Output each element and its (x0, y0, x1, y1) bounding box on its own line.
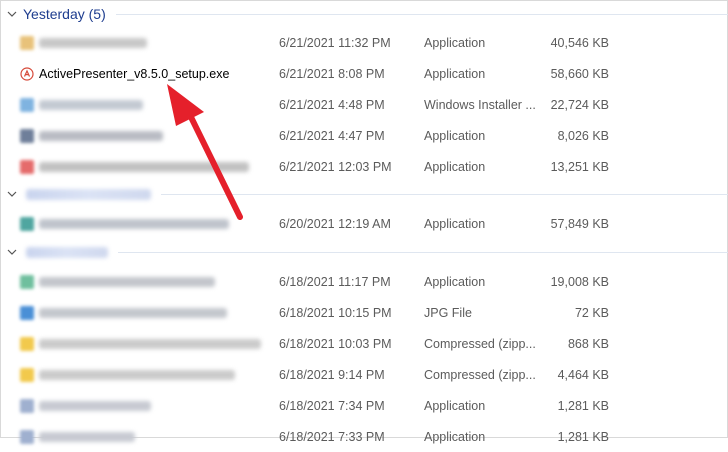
zip-folder-icon (20, 336, 34, 351)
file-name-blurred (39, 37, 147, 48)
file-name-blurred (39, 338, 261, 349)
file-date: 6/21/2021 8:08 PM (279, 66, 385, 81)
table-row[interactable]: 6/18/2021 9:14 PM Compressed (zipp... 4,… (1, 359, 728, 390)
file-name-blurred (39, 99, 143, 110)
file-size: 57,849 KB (550, 216, 609, 231)
file-name[interactable]: ActivePresenter_v8.5.0_setup.exe (39, 58, 229, 89)
file-list-pane: Yesterday (5) 6/21/2021 11:32 PM Applica… (0, 0, 728, 444)
app-icon (20, 216, 34, 231)
file-date: 6/21/2021 11:32 PM (279, 35, 391, 50)
file-type: Compressed (zipp... (424, 367, 536, 382)
app-icon (20, 398, 34, 413)
table-row[interactable]: 6/18/2021 7:34 PM Application 1,281 KB (1, 390, 728, 421)
image-icon (20, 305, 34, 320)
table-row[interactable]: 6/21/2021 4:47 PM Application 8,026 KB (1, 120, 728, 151)
table-row-activepresenter[interactable]: ActivePresenter_v8.5.0_setup.exe 6/21/20… (1, 58, 728, 89)
group-header-yesterday[interactable]: Yesterday (5) (1, 3, 728, 25)
file-name-blurred (39, 130, 163, 141)
group-title-blurred (26, 246, 108, 258)
file-size: 4,464 KB (557, 367, 609, 382)
chevron-down-icon[interactable] (4, 3, 20, 25)
file-name-blurred (39, 431, 135, 442)
file-type: Application (424, 429, 486, 444)
group-divider (115, 13, 728, 15)
app-icon (20, 35, 34, 50)
file-name-blurred (39, 161, 249, 172)
app-icon (20, 128, 34, 143)
file-type: Application (424, 35, 486, 50)
file-type: Windows Installer ... (424, 97, 536, 112)
file-name-blurred (39, 218, 229, 229)
file-name-blurred (39, 369, 235, 380)
group-divider (161, 193, 728, 195)
file-name-blurred (39, 307, 227, 318)
file-date: 6/18/2021 11:17 PM (279, 274, 391, 289)
chevron-down-icon[interactable] (4, 241, 20, 263)
file-type: Application (424, 66, 486, 81)
file-size: 22,724 KB (550, 97, 609, 112)
file-date: 6/21/2021 4:47 PM (279, 128, 385, 143)
file-date: 6/18/2021 10:15 PM (279, 305, 392, 320)
chevron-down-icon[interactable] (4, 183, 20, 205)
file-date: 6/18/2021 7:33 PM (279, 429, 385, 444)
file-date: 6/18/2021 9:14 PM (279, 367, 385, 382)
file-type: Application (424, 159, 486, 174)
file-type: Application (424, 216, 486, 231)
file-date: 6/20/2021 12:19 AM (279, 216, 391, 231)
app-icon (20, 159, 34, 174)
file-type: Compressed (zipp... (424, 336, 536, 351)
file-size: 1,281 KB (557, 398, 609, 413)
table-row[interactable]: 6/18/2021 11:17 PM Application 19,008 KB (1, 266, 728, 297)
group-divider (118, 251, 728, 253)
activepresenter-icon (20, 66, 34, 81)
group-header-collapsed[interactable] (1, 183, 728, 205)
file-size: 72 KB (574, 305, 609, 320)
file-type: Application (424, 398, 486, 413)
table-row[interactable]: 6/21/2021 12:03 PM Application 13,251 KB (1, 151, 728, 182)
file-size: 13,251 KB (550, 159, 609, 174)
table-row[interactable]: 6/20/2021 12:19 AM Application 57,849 KB (1, 208, 728, 239)
file-date: 6/21/2021 4:48 PM (279, 97, 385, 112)
file-date: 6/18/2021 10:03 PM (279, 336, 392, 351)
table-row[interactable]: 6/21/2021 11:32 PM Application 40,546 KB (1, 27, 728, 58)
file-type: JPG File (424, 305, 472, 320)
file-name-blurred (39, 400, 151, 411)
file-name-blurred (39, 276, 215, 287)
group-title-blurred (26, 188, 151, 200)
file-type: Application (424, 274, 486, 289)
file-date: 6/21/2021 12:03 PM (279, 159, 392, 174)
group-title: Yesterday (5) (23, 6, 106, 22)
table-row[interactable]: 6/18/2021 7:33 PM Application 1,281 KB (1, 421, 728, 452)
file-type: Application (424, 128, 486, 143)
zip-folder-icon (20, 367, 34, 382)
app-icon (20, 274, 34, 289)
group-header-earlier[interactable] (1, 241, 728, 263)
file-size: 40,546 KB (550, 35, 609, 50)
table-row[interactable]: 6/18/2021 10:03 PM Compressed (zipp... 8… (1, 328, 728, 359)
installer-icon (20, 97, 34, 112)
table-row[interactable]: 6/21/2021 4:48 PM Windows Installer ... … (1, 89, 728, 120)
file-date: 6/18/2021 7:34 PM (279, 398, 385, 413)
table-row[interactable]: 6/18/2021 10:15 PM JPG File 72 KB (1, 297, 728, 328)
file-size: 1,281 KB (557, 429, 609, 444)
file-size: 8,026 KB (557, 128, 609, 143)
file-size: 868 KB (567, 336, 609, 351)
file-size: 58,660 KB (550, 66, 609, 81)
file-size: 19,008 KB (550, 274, 609, 289)
app-icon (20, 429, 34, 444)
